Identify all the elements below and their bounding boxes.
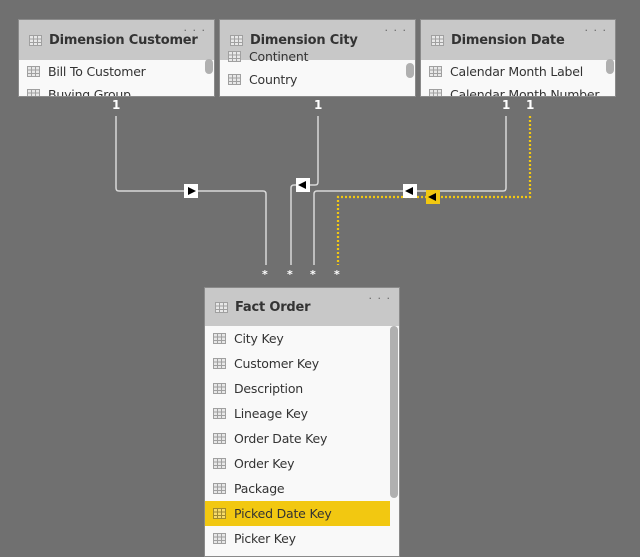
column-row[interactable]: Order Date Key xyxy=(205,426,399,451)
column-icon xyxy=(213,433,226,444)
cardinality-one-date: 1 xyxy=(502,98,511,112)
column-icon xyxy=(213,508,226,519)
table-card-dimension-customer[interactable]: Dimension Customer · · · Bill To Custome… xyxy=(18,19,215,97)
column-icon xyxy=(429,66,442,77)
column-icon xyxy=(27,89,40,96)
column-icon xyxy=(213,408,226,419)
column-icon xyxy=(213,358,226,369)
column-row[interactable]: Lineage Key xyxy=(205,401,399,426)
table-title: Fact Order xyxy=(235,299,311,315)
column-name: Bill To Customer xyxy=(48,64,146,79)
scrollbar[interactable] xyxy=(390,326,398,498)
column-row[interactable]: Country xyxy=(220,68,415,91)
column-row[interactable]: Picker Key xyxy=(205,526,399,551)
column-row[interactable]: Calendar Month Number xyxy=(421,83,615,97)
column-icon xyxy=(213,533,226,544)
column-name: Description xyxy=(234,381,303,396)
cardinality-many-customer: * xyxy=(262,268,268,281)
direction-marker-date-selected[interactable] xyxy=(426,190,440,204)
more-options-button[interactable]: · · · xyxy=(369,292,391,305)
column-name: Order Date Key xyxy=(234,431,328,446)
scrollbar[interactable] xyxy=(406,63,414,78)
table-icon xyxy=(431,34,444,46)
more-options-button[interactable]: · · · xyxy=(184,24,206,37)
column-row[interactable]: Description xyxy=(205,376,399,401)
column-icon xyxy=(213,383,226,394)
table-card-dimension-date[interactable]: Dimension Date · · · Calendar Month Labe… xyxy=(420,19,616,97)
table-card-fact-order[interactable]: Fact Order · · · City Key Customer Key D… xyxy=(204,287,400,557)
column-icon xyxy=(429,89,442,96)
column-icon xyxy=(213,483,226,494)
column-row[interactable]: City Key xyxy=(205,326,399,351)
column-icon xyxy=(213,458,226,469)
column-name: City Key xyxy=(234,331,284,346)
column-icon xyxy=(228,74,241,85)
cardinality-many-date: * xyxy=(310,268,316,281)
cardinality-one-customer: 1 xyxy=(112,98,121,112)
direction-marker-city[interactable] xyxy=(296,178,310,192)
table-card-dimension-city[interactable]: Dimension City · · · Continent Country xyxy=(219,19,416,97)
cardinality-one-city: 1 xyxy=(314,98,323,112)
column-name: Customer Key xyxy=(234,356,319,371)
scrollbar[interactable] xyxy=(205,59,213,74)
column-name: Country xyxy=(249,72,298,87)
column-name: Calendar Month Label xyxy=(450,64,584,79)
table-title: Dimension Date xyxy=(451,32,565,48)
table-title: Dimension Customer xyxy=(49,32,198,48)
direction-marker-customer[interactable] xyxy=(184,184,198,198)
column-name: Lineage Key xyxy=(234,406,308,421)
table-icon xyxy=(215,301,228,313)
column-row[interactable]: Package xyxy=(205,476,399,501)
column-name: Continent xyxy=(249,49,309,64)
column-row[interactable]: Continent xyxy=(220,45,415,68)
column-row[interactable]: Customer Key xyxy=(205,351,399,376)
column-icon xyxy=(228,51,241,62)
table-header[interactable]: Fact Order · · · xyxy=(205,288,399,326)
column-row[interactable]: Order Key xyxy=(205,451,399,476)
more-options-button[interactable]: · · · xyxy=(585,24,607,37)
column-row[interactable]: Bill To Customer xyxy=(19,60,214,83)
column-name: Calendar Month Number xyxy=(450,87,600,97)
cardinality-many-city: * xyxy=(287,268,293,281)
more-options-button[interactable]: · · · xyxy=(385,24,407,37)
table-icon xyxy=(29,34,42,46)
column-row[interactable]: Calendar Month Label xyxy=(421,60,615,83)
scrollbar[interactable] xyxy=(606,59,614,74)
column-row[interactable]: Buying Group xyxy=(19,83,214,97)
column-icon xyxy=(27,66,40,77)
column-name: Buying Group xyxy=(48,87,131,97)
cardinality-one-date-inactive: 1 xyxy=(526,98,535,112)
table-header[interactable]: Dimension Customer · · · xyxy=(19,20,214,60)
column-icon xyxy=(213,333,226,344)
column-name: Picker Key xyxy=(234,531,296,546)
table-icon xyxy=(230,34,243,46)
column-name: Picked Date Key xyxy=(234,506,332,521)
direction-marker-date[interactable] xyxy=(403,184,417,198)
column-name: Order Key xyxy=(234,456,295,471)
column-name: Package xyxy=(234,481,285,496)
column-row-highlighted[interactable]: Picked Date Key xyxy=(205,501,390,526)
table-header[interactable]: Dimension Date · · · xyxy=(421,20,615,60)
cardinality-many-date-inactive: * xyxy=(334,268,340,281)
